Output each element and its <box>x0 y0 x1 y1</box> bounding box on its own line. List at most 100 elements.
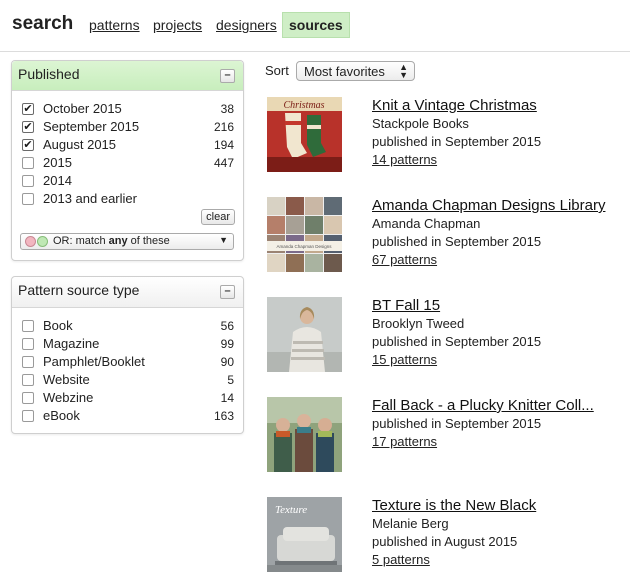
result-title-link[interactable]: Amanda Chapman Designs Library <box>372 197 605 214</box>
pink-dot-icon <box>25 236 36 247</box>
result-item: Amanda Chapman Designs Amanda Chapman Des… <box>267 197 627 273</box>
match-mode-select[interactable]: OR: match any of these ▼ <box>20 233 234 250</box>
result-item: Texture Texture is the New Black Melanie B… <box>267 497 627 573</box>
filter-option[interactable]: Website 5 <box>22 372 234 390</box>
result-cover-image[interactable]: Christmas <box>267 97 342 172</box>
result-author: Melanie Berg <box>372 516 449 531</box>
result-cover-image[interactable]: Amanda Chapman Designs <box>267 197 342 272</box>
result-title-link[interactable]: Fall Back - a Plucky Knitter Coll... <box>372 397 594 414</box>
result-author: Amanda Chapman <box>372 216 481 231</box>
published-filter-panel: Published – ✔ October 2015 38 ✔ September 20… <box>11 60 244 261</box>
filter-option[interactable]: Magazine 99 <box>22 336 234 354</box>
checkbox-checked[interactable]: ✔ <box>22 103 34 115</box>
filter-option-count: 99 <box>220 337 234 351</box>
checkbox[interactable] <box>22 356 34 368</box>
filter-option-label: Magazine <box>43 336 100 351</box>
checkbox[interactable] <box>22 410 34 422</box>
filter-option-label: 2014 <box>43 173 72 188</box>
result-patterns-link[interactable]: 5 patterns <box>372 552 430 567</box>
filter-option[interactable]: 2015 447 <box>22 155 234 173</box>
filter-option-label: Book <box>43 318 73 333</box>
filter-option-count: 447 <box>213 156 234 170</box>
result-patterns-link[interactable]: 67 patterns <box>372 252 437 267</box>
filter-option[interactable]: 2014 <box>22 173 234 191</box>
published-panel-title: Published <box>18 66 80 82</box>
collapse-published-button[interactable]: – <box>220 69 235 83</box>
checkbox[interactable] <box>22 392 34 404</box>
match-mode-text: OR: match any of these <box>53 235 170 247</box>
sort-value: Most favorites <box>304 64 385 79</box>
filter-option-count: 14 <box>220 391 234 405</box>
result-published: published in September 2015 <box>372 416 542 431</box>
filter-option-label: 2013 and earlier <box>43 191 137 206</box>
result-title-link[interactable]: BT Fall 15 <box>372 297 440 314</box>
search-heading: search <box>12 13 74 34</box>
result-published: published in September 2015 <box>372 334 542 349</box>
filter-option[interactable]: ✔ October 2015 38 <box>22 101 234 119</box>
filter-option[interactable]: ✔ September 2015 216 <box>22 119 234 137</box>
source-type-panel-title: Pattern source type <box>18 282 140 298</box>
result-author: Brooklyn Tweed <box>372 316 465 331</box>
green-dot-icon <box>37 236 48 247</box>
filter-option-count: 90 <box>220 355 234 369</box>
result-item: Fall Back - a Plucky Knitter Coll... publ… <box>267 397 627 473</box>
filter-option[interactable]: Book 56 <box>22 318 234 336</box>
checkbox[interactable] <box>22 374 34 386</box>
result-cover-image[interactable] <box>267 397 342 472</box>
result-published: published in September 2015 <box>372 234 542 249</box>
filter-option-label: August 2015 <box>43 137 117 152</box>
sort-select[interactable]: Most favorites ▲ ▼ <box>296 61 415 81</box>
result-item: Christmas Knit a Vintage Christmas Stackpo… <box>267 97 627 173</box>
checkbox[interactable] <box>22 157 34 169</box>
clear-published-button[interactable]: clear <box>201 209 235 225</box>
tab-projects[interactable]: projects <box>153 17 202 33</box>
source-type-panel-header: Pattern source type – <box>12 277 243 308</box>
tab-sources[interactable]: sources <box>282 12 350 38</box>
published-panel-header: Published – <box>12 61 243 91</box>
tab-patterns[interactable]: patterns <box>89 17 140 33</box>
select-arrows-icon: ▲ ▼ <box>399 62 408 80</box>
result-title-link[interactable]: Texture is the New Black <box>372 497 536 514</box>
checkbox-checked[interactable]: ✔ <box>22 139 34 151</box>
chevron-down-icon: ▼ <box>219 235 228 245</box>
tab-designers[interactable]: designers <box>216 17 277 33</box>
filter-option-label: Pamphlet/Booklet <box>43 354 145 369</box>
filter-option[interactable]: Webzine 14 <box>22 390 234 408</box>
filter-option-count: 38 <box>220 102 234 116</box>
checkbox[interactable] <box>22 320 34 332</box>
checkbox[interactable] <box>22 338 34 350</box>
filter-option-label: September 2015 <box>43 119 140 134</box>
result-patterns-link[interactable]: 14 patterns <box>372 152 437 167</box>
top-nav-bar: search patterns projects designers sourc… <box>0 0 630 52</box>
filter-option[interactable]: Pamphlet/Booklet 90 <box>22 354 234 372</box>
result-cover-image[interactable] <box>267 297 342 372</box>
result-title-link[interactable]: Knit a Vintage Christmas <box>372 97 537 114</box>
result-cover-image[interactable]: Texture <box>267 497 342 572</box>
result-patterns-link[interactable]: 17 patterns <box>372 434 437 449</box>
filter-option-label: October 2015 <box>43 101 122 116</box>
checkbox[interactable] <box>22 193 34 205</box>
filter-option-count: 56 <box>220 319 234 333</box>
svg-text:Christmas: Christmas <box>283 100 324 111</box>
checkbox-checked[interactable]: ✔ <box>22 121 34 133</box>
filter-option-count: 5 <box>227 373 234 387</box>
filter-option[interactable]: ✔ August 2015 194 <box>22 137 234 155</box>
filter-option-label: 2015 <box>43 155 72 170</box>
filter-option[interactable]: 2013 and earlier <box>22 191 234 209</box>
filter-option-count: 163 <box>213 409 234 423</box>
filter-option-label: eBook <box>43 408 80 423</box>
svg-text:Amanda Chapman Designs: Amanda Chapman Designs <box>276 244 332 249</box>
filter-option-label: Website <box>43 372 90 387</box>
source-type-filter-panel: Pattern source type – Book 56 Magazine 99 Pa… <box>11 276 244 434</box>
result-item: BT Fall 15 Brooklyn Tweed published in Sep… <box>267 297 627 373</box>
filter-option-count: 216 <box>213 120 234 134</box>
checkbox[interactable] <box>22 175 34 187</box>
sort-label: Sort <box>265 63 289 78</box>
svg-text:Texture: Texture <box>275 504 307 516</box>
filter-option-count: 194 <box>213 138 234 152</box>
collapse-source-type-button[interactable]: – <box>220 285 235 299</box>
filter-option-label: Webzine <box>43 390 94 405</box>
filter-option[interactable]: eBook 163 <box>22 408 234 426</box>
result-patterns-link[interactable]: 15 patterns <box>372 352 437 367</box>
result-published: published in September 2015 <box>372 134 542 149</box>
